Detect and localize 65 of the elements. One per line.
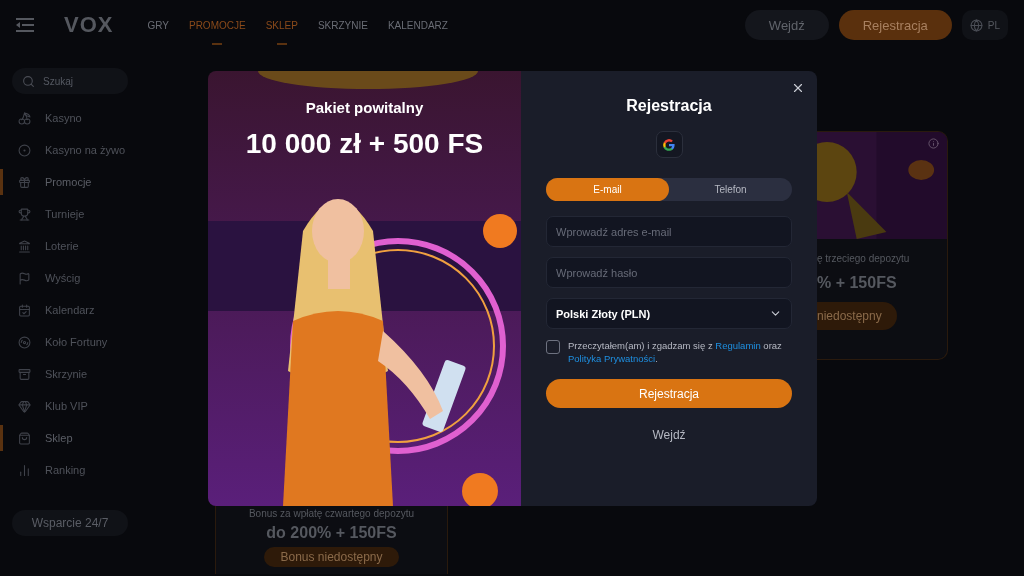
trophy-icon <box>18 207 31 221</box>
password-field[interactable]: Wprowadź hasło <box>546 257 792 288</box>
sidebar-item[interactable]: Skrzynie <box>0 358 128 390</box>
sidebar-item[interactable]: Promocje <box>0 166 128 198</box>
login-link[interactable]: Wejdź <box>652 428 686 442</box>
sidebar-item[interactable]: Turnieje <box>0 198 128 230</box>
sidebar-item[interactable]: Wyścig <box>0 262 128 294</box>
tab[interactable]: E-mail <box>546 178 669 201</box>
building-icon <box>18 239 31 253</box>
globe-icon <box>969 18 983 32</box>
sidebar-item[interactable]: Kasyno <box>0 102 128 134</box>
sidebar-item[interactable]: Loterie <box>0 230 128 262</box>
bonus-button[interactable]: Bonus niedostępny <box>264 547 399 567</box>
login-button[interactable]: Wejdź <box>744 10 829 40</box>
gift-icon <box>18 175 31 189</box>
google-button[interactable] <box>655 131 683 158</box>
nav-link[interactable]: GRY <box>147 15 169 45</box>
consent-text: Przeczytałem(am) i zgadzam się z Regulamin oraz Polityka Prywatności. <box>568 339 783 365</box>
sidebar-item[interactable]: Klub VIP <box>0 390 128 422</box>
logo[interactable]: VOX <box>64 12 114 38</box>
register-button[interactable]: Rejestracja <box>546 379 792 408</box>
register-button[interactable]: Rejestracja <box>838 10 952 40</box>
tab[interactable]: Telefon <box>669 178 792 201</box>
nav-link[interactable]: SKRZYNIE <box>317 15 368 45</box>
sidebar-item[interactable]: Kalendarz <box>0 294 128 326</box>
nav-link[interactable]: KALENDARZ <box>387 15 448 45</box>
active-indicator <box>212 42 223 45</box>
promo-subtitle: Pakiet powitalny <box>305 99 424 116</box>
search-field[interactable]: Szukaj <box>12 68 128 94</box>
close-button[interactable] <box>791 81 805 95</box>
nav-link[interactable]: SKLEP <box>265 15 298 45</box>
sidebar-item[interactable]: Ranking <box>0 454 128 486</box>
checkbox[interactable] <box>546 340 560 354</box>
calendar-icon <box>18 303 31 317</box>
google-icon <box>662 137 676 152</box>
chest-icon <box>18 367 31 381</box>
target-icon <box>18 143 31 157</box>
active-indicator <box>0 425 3 451</box>
search-icon <box>22 75 35 88</box>
menu-icon[interactable] <box>16 18 34 32</box>
bar-chart-icon <box>18 463 31 477</box>
gem-icon <box>18 399 31 413</box>
promo-headline: 10 000 zł + 500 FS <box>245 128 484 160</box>
email-field[interactable]: Wprowadź adres e-mail <box>546 216 792 247</box>
info-icon[interactable] <box>928 138 939 149</box>
active-indicator <box>0 169 3 195</box>
currency-select[interactable]: Polski Złoty (PLN) <box>546 298 792 329</box>
bag-icon <box>18 431 31 445</box>
bonus-button[interactable]: niedostępny <box>817 302 897 330</box>
card-description: ę trzeciego depozytu <box>817 253 911 264</box>
dialog-title: Rejestracja <box>626 97 712 115</box>
flag-icon <box>18 271 31 285</box>
sidebar-item[interactable]: Koło Fortuny <box>0 326 128 358</box>
nav-link[interactable]: PROMOCJE <box>188 15 246 45</box>
terms-link[interactable]: Regulamin <box>715 340 761 351</box>
support-button[interactable]: Wsparcie 24/7 <box>12 510 128 536</box>
language-button[interactable]: PL <box>961 10 1008 40</box>
active-indicator <box>276 42 287 45</box>
sidebar-item[interactable]: Kasyno na żywo <box>0 134 128 166</box>
card-amount: do 200% + 150FS <box>266 524 397 542</box>
sidebar-item[interactable]: Sklep <box>0 422 128 454</box>
card-amount: % + 150FS <box>817 274 898 292</box>
card-description: Bonus za wpłatę czwartego depozytu <box>248 508 415 519</box>
cherry-icon <box>18 111 31 125</box>
wheel-icon <box>18 335 31 349</box>
